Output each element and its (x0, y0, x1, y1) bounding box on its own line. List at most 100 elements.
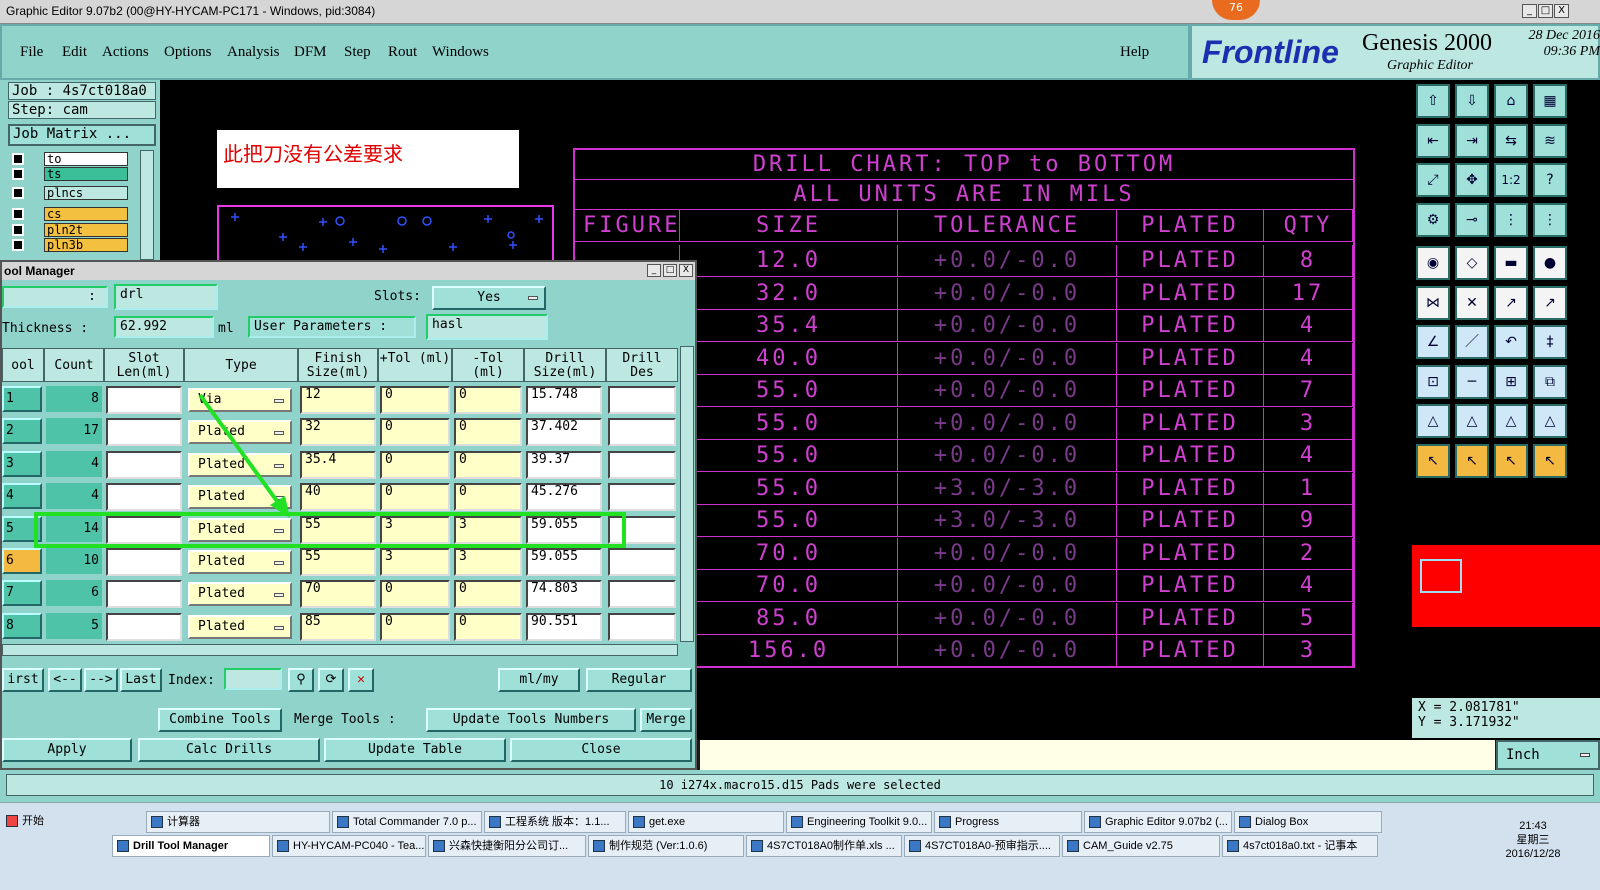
close-window-button[interactable]: X (1554, 4, 1569, 18)
next-button[interactable]: --> (84, 668, 118, 692)
pin-icon[interactable]: ⊸ (1455, 202, 1489, 237)
last-button[interactable]: Last (120, 668, 162, 692)
taskbar-item[interactable]: 工程系统 版本：1.1... (484, 811, 626, 833)
taskbar-item[interactable]: Total Commander 7.0 p... (332, 811, 482, 833)
minimize-button[interactable]: _ (1522, 4, 1537, 18)
unit-select[interactable]: ml/my (498, 668, 580, 692)
shape-icon[interactable]: ◇ (1455, 246, 1489, 280)
tool-number-button[interactable]: 8 (2, 612, 42, 639)
combine-tools-button[interactable]: Combine Tools (158, 708, 282, 732)
merge-button[interactable]: Merge (640, 708, 692, 732)
chart-cell-size: 55.0 (680, 472, 898, 505)
taskbar-item[interactable]: 兴森快捷衡阳分公司订... (428, 835, 586, 857)
taskbar-item[interactable]: 计算器 (146, 811, 330, 833)
taskbar-item[interactable]: 4S7CT018A0制作单.xls ... (746, 835, 902, 857)
chart-cell-plated: PLATED (1117, 635, 1264, 667)
line-alt-icon[interactable]: ↗ (1533, 285, 1567, 320)
taskbar-item[interactable]: CAM_Guide v2.75 (1062, 835, 1220, 857)
index-input[interactable] (224, 668, 282, 690)
calc-drills-button[interactable]: Calc Drills (138, 738, 320, 762)
pan-icon[interactable]: ✥ (1455, 163, 1489, 197)
align-right-icon[interactable]: ⇥ (1455, 123, 1489, 158)
tool-row[interactable]: 8 5 Plated 85 0 0 90.551 (2, 611, 677, 643)
minus-tol-input[interactable]: 0 (454, 612, 522, 641)
slash-icon[interactable]: ／ (1455, 325, 1489, 359)
mode-select[interactable]: Regular (586, 668, 692, 692)
plus-tol-input[interactable]: 0 (380, 580, 450, 609)
restore-button[interactable]: □ (1538, 4, 1553, 18)
connect-icon[interactable]: ⋈ (1416, 285, 1450, 320)
expand-icon[interactable]: ⤢ (1416, 163, 1450, 197)
triangle-alt-icon[interactable]: △ (1455, 404, 1489, 438)
taskbar-item[interactable]: 制作规范 (Ver:1.0.6) (588, 835, 744, 857)
close-button[interactable]: Close (510, 738, 692, 762)
prev-button[interactable]: <-- (48, 668, 82, 692)
units-select[interactable]: Inch (1496, 740, 1600, 770)
cross-icon[interactable]: ✕ (1455, 285, 1489, 320)
select-box-icon[interactable]: ⊡ (1416, 364, 1450, 399)
taskbar-item[interactable]: get.exe (628, 811, 784, 833)
arc-icon[interactable]: △ (1494, 404, 1528, 438)
drill-size-input[interactable]: 74.803 (526, 580, 602, 609)
finish-size-input[interactable]: 85 (300, 612, 376, 641)
tool-number-button[interactable]: 7 (2, 580, 42, 607)
copy-icon[interactable]: ⧉ (1533, 364, 1567, 399)
scale-icon[interactable]: 1:2 (1494, 163, 1528, 197)
update-table-button[interactable]: Update Table (324, 738, 506, 762)
dot-icon[interactable]: ● (1533, 246, 1567, 280)
taskbar-item[interactable]: 4s7ct018a0.txt - 记事本 (1222, 835, 1378, 857)
menu-help[interactable]: Help (1120, 44, 1149, 61)
type-select[interactable]: Plated (188, 614, 292, 639)
layers-icon[interactable]: ⋮ (1494, 202, 1528, 237)
finish-size-input[interactable]: 70 (300, 580, 376, 609)
taskbar-item[interactable]: Progress (934, 811, 1082, 833)
refresh-icon[interactable]: ⟳ (318, 668, 344, 692)
home-icon[interactable]: ⌂ (1494, 84, 1528, 118)
hline-icon[interactable]: ─ (1455, 364, 1489, 399)
swap-icon[interactable]: ⇆ (1494, 123, 1528, 158)
pointer-multi-icon[interactable]: ↖ (1533, 443, 1567, 478)
delete-icon[interactable]: ✕ (348, 668, 374, 692)
apply-button[interactable]: Apply (2, 738, 132, 762)
triangle-icon[interactable]: △ (1416, 404, 1450, 438)
pad-icon[interactable]: ◉ (1416, 246, 1450, 280)
plus-tol-input[interactable]: 0 (380, 612, 450, 641)
angle-icon[interactable]: ∠ (1416, 325, 1450, 359)
taskbar-item[interactable]: Dialog Box (1234, 811, 1382, 833)
drill-des-input[interactable] (608, 612, 676, 641)
snap-icon[interactable]: ‡ (1533, 325, 1567, 359)
pointer-select-icon[interactable]: ↖ (1494, 443, 1528, 478)
taskbar-item[interactable]: Graphic Editor 9.07b2 (... (1084, 811, 1232, 833)
minus-tol-input[interactable]: 0 (454, 580, 522, 609)
lock-icon[interactable]: ⚲ (288, 668, 314, 692)
tool-row[interactable]: 7 6 Plated 70 0 0 74.803 (2, 578, 677, 610)
line-icon[interactable]: ↗ (1494, 285, 1528, 320)
pointer-icon[interactable]: ↖ (1416, 443, 1450, 478)
update-tools-numbers-select[interactable]: Update Tools Numbers (426, 708, 636, 732)
start-button[interactable]: 开始 (2, 811, 50, 833)
settings-icon[interactable]: ⚙ (1416, 202, 1450, 237)
grid-select-icon[interactable]: ⊞ (1494, 364, 1528, 399)
pointer-alt-icon[interactable]: ↖ (1455, 443, 1489, 478)
wave-icon[interactable]: ≋ (1533, 123, 1567, 158)
align-left-icon[interactable]: ⇤ (1416, 123, 1450, 158)
arc-alt-icon[interactable]: △ (1533, 404, 1567, 438)
help-icon[interactable]: ? (1533, 163, 1567, 197)
move-down-icon[interactable]: ⇩ (1455, 84, 1489, 118)
taskbar-item[interactable]: HY-HYCAM-PC040 - Tea... (272, 835, 426, 857)
first-button[interactable]: irst (2, 668, 44, 692)
drill-size-input[interactable]: 90.551 (526, 612, 602, 641)
grid-icon[interactable]: ▦ (1533, 84, 1567, 118)
undo-icon[interactable]: ↶ (1494, 325, 1528, 359)
drill-des-input[interactable] (608, 580, 676, 609)
table-horizontal-scrollbar[interactable] (2, 644, 678, 656)
ruler-icon[interactable]: ▬ (1494, 246, 1528, 280)
taskbar-item[interactable]: Engineering Toolkit 9.0... (786, 811, 932, 833)
taskbar-item[interactable]: Drill Tool Manager (112, 835, 270, 857)
type-select[interactable]: Plated (188, 582, 292, 607)
slot-len-input[interactable] (106, 612, 182, 641)
taskbar-item[interactable]: 4S7CT018A0-预审指示.... (904, 835, 1060, 857)
slot-len-input[interactable] (106, 580, 182, 609)
layers-alt-icon[interactable]: ⋮ (1533, 202, 1567, 237)
move-up-icon[interactable]: ⇧ (1416, 84, 1450, 118)
